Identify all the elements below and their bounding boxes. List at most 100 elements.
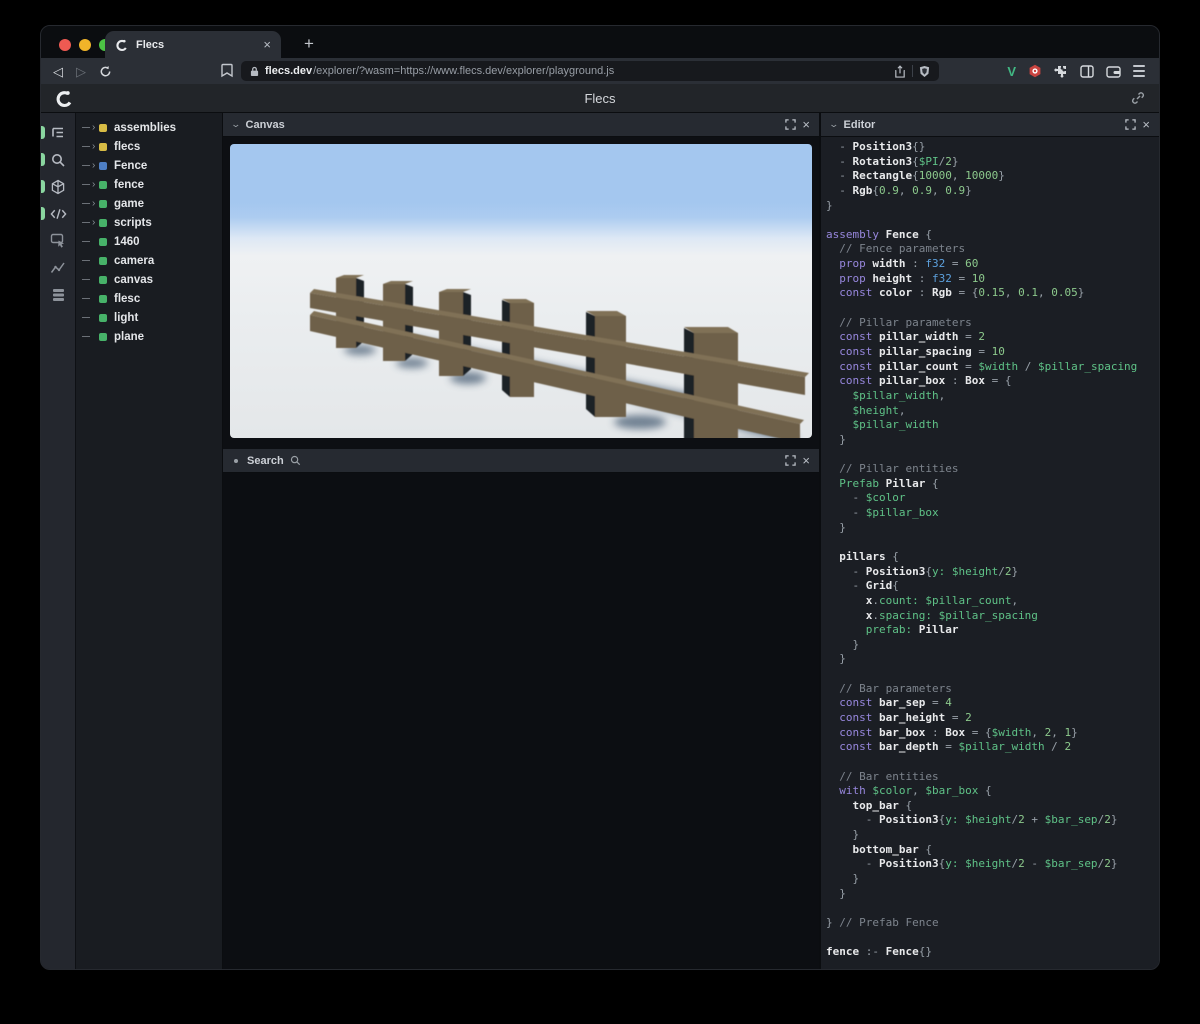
tree-connector: › (82, 141, 99, 152)
chevron-right-icon[interactable]: › (92, 217, 95, 228)
code-line: } (826, 887, 1159, 902)
close-icon[interactable]: × (802, 454, 810, 467)
sidebar-item-label: assemblies (114, 122, 176, 134)
code-line: prop width : f32 = 60 (826, 257, 1159, 272)
url-domain: flecs.dev (265, 65, 312, 77)
editor-panel-title: Editor (844, 119, 876, 131)
sidebar-item-label: camera (114, 255, 154, 267)
vue-devtools-icon[interactable]: V (1007, 64, 1016, 79)
tool-cube-3d-icon[interactable] (41, 173, 75, 200)
sidebar-item-label: plane (114, 331, 144, 343)
code-line: const bar_depth = $pillar_width / 2 (826, 740, 1159, 755)
tool-inspect-icon[interactable] (41, 227, 75, 254)
chevron-right-icon[interactable]: › (92, 179, 95, 190)
tool-tree-view-icon[interactable] (41, 119, 75, 146)
sidebar-item-assemblies[interactable]: › assemblies (76, 118, 222, 137)
code-line: const bar_box : Box = {$width, 2, 1} (826, 726, 1159, 741)
code-line: const pillar_box : Box = { (826, 374, 1159, 389)
sidebar-item-flesc[interactable]: › flesc (76, 289, 222, 308)
chevron-right-icon[interactable]: › (92, 122, 95, 133)
sidebar-item-1460[interactable]: ›1460 (76, 232, 222, 251)
sidebar-item-canvas[interactable]: ›canvas (76, 270, 222, 289)
chevron-down-icon[interactable]: ⌄ (828, 119, 839, 130)
tree-connector: › (82, 179, 99, 190)
sidebar-item-label: flesc (114, 293, 140, 305)
tool-code-icon[interactable] (41, 200, 75, 227)
bookmark-icon[interactable] (221, 63, 233, 78)
sidebar-tree: ›assemblies›flecs›Fence›fence›game›scrip… (75, 113, 222, 970)
menu-icon[interactable] (1133, 65, 1145, 77)
entity-color-icon (99, 143, 107, 151)
sidebar-item-flecs[interactable]: ›flecs (76, 137, 222, 156)
search-panel-title: Search (247, 455, 284, 467)
url-path: /explorer/?wasm=https://www.flecs.dev/ex… (313, 65, 888, 77)
chevron-right-icon[interactable]: › (92, 198, 95, 209)
code-line: } (826, 199, 1159, 214)
chevron-right-icon[interactable]: › (92, 160, 95, 171)
tool-chart-icon[interactable] (41, 254, 75, 281)
forward-icon[interactable]: ▷ (76, 65, 86, 78)
chevron-right-icon[interactable]: › (92, 141, 95, 152)
code-line (826, 535, 1159, 550)
expand-icon[interactable] (785, 455, 796, 466)
chevron-down-icon[interactable]: ⌄ (230, 119, 241, 130)
browser-tab[interactable]: Flecs × (105, 31, 281, 58)
code-line (826, 755, 1159, 770)
fence-3d-scene[interactable] (230, 144, 812, 438)
sidebar-item-plane[interactable]: ›plane (76, 327, 222, 346)
tool-stack-icon[interactable] (41, 281, 75, 308)
browser-window: Flecs × + ◁ ▷ flecs.dev /explorer/?wasm=… (40, 25, 1160, 970)
code-line: const pillar_spacing = 10 (826, 345, 1159, 360)
left-toolbar (41, 113, 75, 970)
sidebar-item-scripts[interactable]: › scripts (76, 213, 222, 232)
editor-code[interactable]: - Position3{} - Rotation3{$PI/2} - Recta… (821, 137, 1159, 970)
tool-search-icon[interactable] (41, 146, 75, 173)
brave-shield-icon[interactable] (919, 65, 930, 78)
tree-connector: › (82, 255, 99, 266)
expand-icon[interactable] (1125, 119, 1136, 130)
wallet-icon[interactable] (1106, 65, 1121, 78)
code-line: assembly Fence { (826, 228, 1159, 243)
sidebar-item-light[interactable]: ›light (76, 308, 222, 327)
sidebar-item-Fence[interactable]: ›Fence (76, 156, 222, 175)
canvas-panel-header: ⌄ Canvas × (223, 113, 819, 137)
code-line: prop height : f32 = 10 (826, 272, 1159, 287)
expand-icon[interactable] (785, 119, 796, 130)
code-line: - Grid{ (826, 579, 1159, 594)
code-line: - Position3{y: $height/2 + $bar_sep/2} (826, 813, 1159, 828)
code-line: - Position3{y: $height/2} (826, 565, 1159, 580)
collapsed-indicator-icon[interactable] (234, 459, 238, 463)
code-line: - $pillar_box (826, 506, 1159, 521)
share-icon[interactable] (894, 65, 906, 78)
sidebar-item-game[interactable]: ›game (76, 194, 222, 213)
traffic-light-minimize-button[interactable] (79, 39, 91, 51)
tree-connector: › (82, 293, 99, 304)
entity-color-icon (99, 219, 107, 227)
code-line: Prefab Pillar { (826, 477, 1159, 492)
sidebar-item-label: scripts (114, 217, 152, 229)
entity-color-icon (99, 314, 107, 322)
code-line: $height, (826, 404, 1159, 419)
adblock-badge-icon[interactable] (1028, 64, 1042, 79)
code-line: } (826, 872, 1159, 887)
reload-icon[interactable] (99, 65, 112, 78)
close-icon[interactable]: × (802, 118, 810, 131)
back-icon[interactable]: ◁ (53, 65, 63, 78)
flecs-favicon-icon (115, 38, 129, 52)
new-tab-button[interactable]: + (297, 32, 321, 56)
link-icon[interactable] (1131, 91, 1145, 105)
url-bar[interactable]: flecs.dev /explorer/?wasm=https://www.fl… (241, 61, 939, 81)
code-line: // Bar parameters (826, 682, 1159, 697)
traffic-light-close-button[interactable] (59, 39, 71, 51)
tree-connector: › (82, 198, 99, 209)
sidebar-panel-icon[interactable] (1080, 65, 1094, 78)
pillar-4 (502, 299, 534, 397)
tab-close-icon[interactable]: × (263, 38, 271, 51)
canvas-panel-title: Canvas (246, 119, 285, 131)
sidebar-item-fence[interactable]: ›fence (76, 175, 222, 194)
close-icon[interactable]: × (1142, 118, 1150, 131)
tree-connector: › (82, 122, 99, 133)
extensions-puzzle-icon[interactable] (1054, 64, 1068, 78)
code-line: } (826, 521, 1159, 536)
sidebar-item-camera[interactable]: › camera (76, 251, 222, 270)
